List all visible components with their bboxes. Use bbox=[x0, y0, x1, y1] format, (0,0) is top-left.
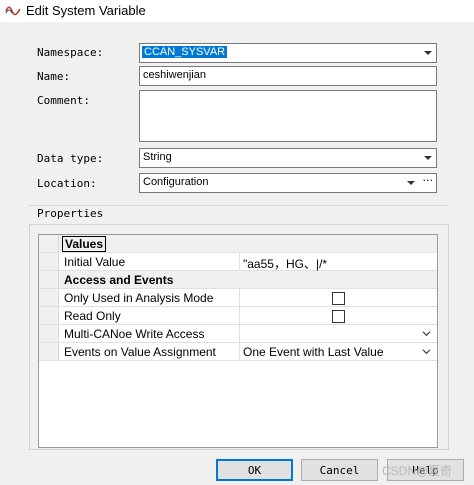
initial-value-field[interactable]: "aa55，HG、|/* bbox=[243, 255, 327, 272]
property-category-label: Values bbox=[62, 236, 107, 252]
property-category-label: Access and Events bbox=[64, 273, 174, 287]
namespace-dropdown[interactable]: CCAN_SYSVAR bbox=[139, 43, 437, 63]
read-only-checkbox[interactable] bbox=[332, 310, 345, 323]
property-key: Only Used in Analysis Mode bbox=[64, 291, 214, 305]
datatype-label: Data type: bbox=[37, 152, 104, 165]
location-label: Location: bbox=[37, 177, 97, 190]
comment-field[interactable] bbox=[139, 90, 437, 142]
property-row-values[interactable]: Values bbox=[39, 235, 437, 253]
chevron-down-icon[interactable] bbox=[423, 48, 433, 58]
events-value[interactable]: One Event with Last Value bbox=[243, 345, 384, 359]
property-row-analysis-mode[interactable]: Only Used in Analysis Mode bbox=[39, 289, 437, 307]
property-grid: Values Initial Value "aa55，HG、|/* Access… bbox=[38, 234, 438, 448]
namespace-label: Namespace: bbox=[37, 46, 104, 59]
location-dropdown[interactable]: Configuration ··· bbox=[139, 173, 437, 193]
name-value: ceshiwenjian bbox=[143, 69, 206, 81]
properties-divider bbox=[29, 205, 449, 206]
property-row-read-only[interactable]: Read Only bbox=[39, 307, 437, 325]
wave-icon bbox=[5, 6, 21, 16]
property-row-access-events[interactable]: Access and Events bbox=[39, 271, 437, 289]
property-row-write-access[interactable]: Multi-CANoe Write Access bbox=[39, 325, 437, 343]
property-key: Events on Value Assignment bbox=[64, 345, 216, 359]
analysis-mode-checkbox[interactable] bbox=[332, 292, 345, 305]
properties-label: Properties bbox=[37, 207, 104, 220]
chevron-down-icon[interactable] bbox=[422, 347, 431, 356]
ok-button[interactable]: OK bbox=[216, 459, 293, 481]
namespace-value: CCAN_SYSVAR bbox=[142, 46, 228, 58]
name-field[interactable]: ceshiwenjian bbox=[139, 66, 437, 86]
location-value: Configuration bbox=[143, 176, 209, 188]
name-label: Name: bbox=[37, 70, 71, 83]
property-row-events[interactable]: Events on Value Assignment One Event wit… bbox=[39, 343, 437, 361]
location-browse-button[interactable]: ··· bbox=[423, 174, 434, 187]
property-key: Read Only bbox=[64, 309, 121, 323]
chevron-down-icon[interactable] bbox=[423, 153, 433, 163]
property-key: Multi-CANoe Write Access bbox=[64, 327, 205, 341]
property-key: Initial Value bbox=[64, 255, 126, 269]
chevron-down-icon[interactable] bbox=[422, 329, 431, 338]
property-row-initial-value[interactable]: Initial Value "aa55，HG、|/* bbox=[39, 253, 437, 271]
chevron-down-icon[interactable] bbox=[406, 178, 416, 188]
comment-label: Comment: bbox=[37, 94, 90, 107]
datatype-value: String bbox=[143, 151, 172, 163]
cancel-button[interactable]: Cancel bbox=[301, 459, 378, 481]
datatype-dropdown[interactable]: String bbox=[139, 148, 437, 168]
window-title: Edit System Variable bbox=[26, 3, 146, 18]
title-bar: Edit System Variable bbox=[0, 0, 474, 22]
watermark: CSDN@夏奇 bbox=[382, 464, 453, 478]
